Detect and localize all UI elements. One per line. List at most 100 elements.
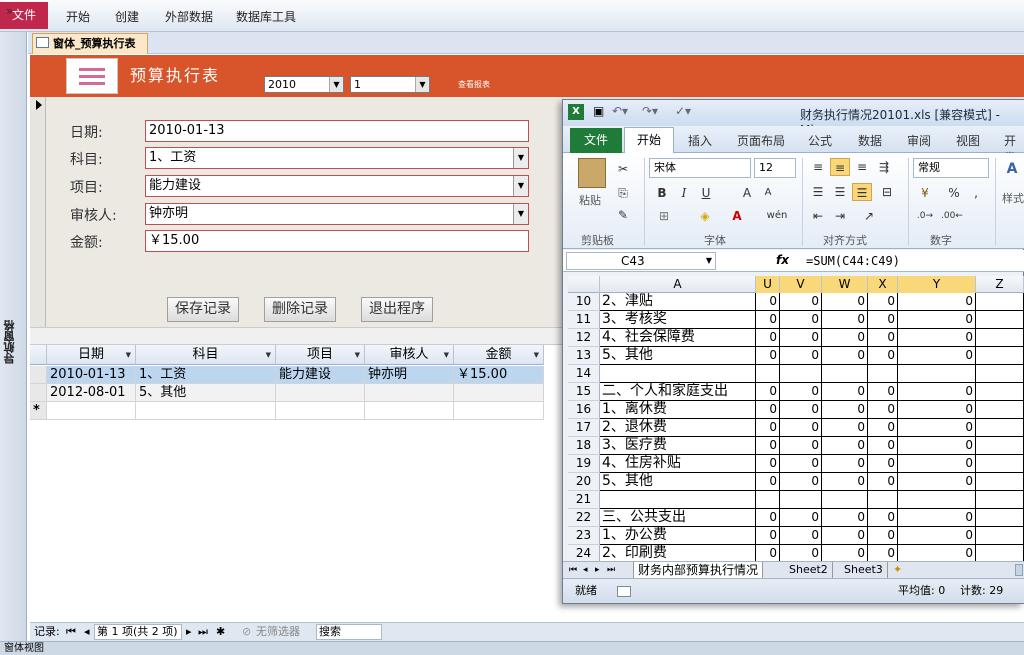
macro-record-icon[interactable] xyxy=(617,586,631,597)
spreadsheet-cell[interactable]: 0 xyxy=(868,455,898,473)
spreadsheet-cell[interactable]: 0 xyxy=(868,473,898,491)
spreadsheet-cell[interactable]: 0 xyxy=(868,401,898,419)
excel-file-tab[interactable]: 文件 xyxy=(570,128,622,153)
table-cell[interactable] xyxy=(47,402,136,420)
spreadsheet-row[interactable]: 23 1、办公费 0 0 0 0 0 xyxy=(568,527,1024,545)
spreadsheet-cell[interactable]: 0 xyxy=(822,527,868,545)
styles-button[interactable]: 样式 xyxy=(1002,190,1024,206)
spreadsheet-cell[interactable] xyxy=(898,491,976,509)
sheet-tab-active[interactable]: 财务内部预算执行情况 xyxy=(633,562,764,578)
column-header-z[interactable]: Z xyxy=(976,276,1024,293)
sheet-tab-3[interactable]: Sheet3 xyxy=(840,562,888,578)
spreadsheet-cell[interactable]: 0 xyxy=(822,293,868,311)
paste-button[interactable]: 粘贴 xyxy=(579,192,601,208)
spreadsheet-cell-z[interactable] xyxy=(976,437,1024,455)
spreadsheet-row[interactable]: 13 5、其他 0 0 0 0 0 xyxy=(568,347,1024,365)
spreadsheet-cell[interactable]: 0 xyxy=(756,527,780,545)
spreadsheet-cell[interactable]: 0 xyxy=(822,419,868,437)
spreadsheet-cell[interactable]: 0 xyxy=(868,437,898,455)
spreadsheet-cell[interactable]: 0 xyxy=(822,473,868,491)
spreadsheet-row[interactable]: 18 3、医疗费 0 0 0 0 0 xyxy=(568,437,1024,455)
spreadsheet-cell-z[interactable] xyxy=(976,329,1024,347)
spreadsheet-cell[interactable]: 0 xyxy=(756,329,780,347)
table-cell[interactable]: ￥15.00 xyxy=(454,366,544,384)
record-selector[interactable] xyxy=(30,97,46,327)
month-select[interactable]: 1 ▼ xyxy=(350,76,430,93)
bold-icon[interactable]: B xyxy=(654,184,670,202)
spreadsheet-cell[interactable]: 0 xyxy=(898,509,976,527)
chevron-down-icon[interactable]: ▼ xyxy=(126,345,131,365)
spreadsheet-cell[interactable]: 0 xyxy=(756,437,780,455)
spreadsheet-row[interactable]: 17 2、退休费 0 0 0 0 0 xyxy=(568,419,1024,437)
spreadsheet-cell[interactable]: 0 xyxy=(756,347,780,365)
table-cell[interactable] xyxy=(454,384,544,402)
cell-a[interactable]: 3、考核奖 xyxy=(600,311,756,329)
align-center-icon[interactable]: ☰ xyxy=(830,183,850,201)
cell-a[interactable] xyxy=(600,491,756,509)
spreadsheet-cell[interactable] xyxy=(822,491,868,509)
excel-tab-review[interactable]: 审阅 xyxy=(907,132,931,149)
spreadsheet-cell[interactable]: 0 xyxy=(868,293,898,311)
spreadsheet-cell-z[interactable] xyxy=(976,401,1024,419)
save-icon[interactable]: ▣ xyxy=(593,104,604,118)
row-number[interactable]: 16 xyxy=(568,401,600,419)
cell-a[interactable]: 1、办公费 xyxy=(600,527,756,545)
font-size-select[interactable]: 12 xyxy=(754,158,796,178)
table-cell[interactable] xyxy=(276,402,365,420)
tab-database-tools[interactable]: 数据库工具 xyxy=(236,8,296,25)
spreadsheet-cell[interactable] xyxy=(780,491,822,509)
row-selector[interactable] xyxy=(30,384,47,402)
next-record-icon[interactable]: ▸ xyxy=(186,623,192,641)
spreadsheet-cell[interactable]: 0 xyxy=(780,455,822,473)
column-header-v[interactable]: V xyxy=(780,276,822,293)
excel-tab-view[interactable]: 视图 xyxy=(956,132,980,149)
spreadsheet-cell[interactable] xyxy=(868,365,898,383)
spreadsheet-cell[interactable]: 0 xyxy=(898,419,976,437)
number-format-select[interactable]: 常规 xyxy=(913,158,989,178)
date-field[interactable]: 2010-01-13 xyxy=(145,120,529,142)
spreadsheet-cell-z[interactable] xyxy=(976,383,1024,401)
cell-a[interactable]: 2、退休费 xyxy=(600,419,756,437)
year-select[interactable]: 2010 ▼ xyxy=(264,76,344,93)
grow-font-icon[interactable]: A xyxy=(738,184,756,202)
spreadsheet-cell-z[interactable] xyxy=(976,491,1024,509)
cell-a[interactable]: 5、其他 xyxy=(600,473,756,491)
spreadsheet-cell[interactable]: 0 xyxy=(780,347,822,365)
spreadsheet-cell[interactable]: 0 xyxy=(780,509,822,527)
spreadsheet-cell[interactable]: 0 xyxy=(822,347,868,365)
cell-a[interactable]: 4、住房补贴 xyxy=(600,455,756,473)
sheet-scroll-prev-icon[interactable]: ◂ xyxy=(583,562,588,578)
row-number[interactable]: 18 xyxy=(568,437,600,455)
italic-icon[interactable]: I xyxy=(676,184,692,202)
sheet-tab-2[interactable]: Sheet2 xyxy=(785,562,833,578)
no-filter-button[interactable]: 无筛选器 xyxy=(256,623,300,641)
cell-a[interactable]: 三、公共支出 xyxy=(600,509,756,527)
excel-tab-insert[interactable]: 插入 xyxy=(688,132,712,149)
first-record-icon[interactable]: ⏮ xyxy=(66,623,76,641)
spreadsheet-cell[interactable]: 0 xyxy=(868,311,898,329)
chevron-down-icon[interactable]: ▼ xyxy=(706,253,712,269)
row-number[interactable]: 11 xyxy=(568,311,600,329)
undo-icon[interactable]: ↶▾ xyxy=(612,104,628,118)
spreadsheet-cell[interactable]: 0 xyxy=(898,401,976,419)
column-header-reviewer[interactable]: 审核人 ▼ xyxy=(365,345,454,365)
decrease-decimal-icon[interactable]: .00← xyxy=(940,207,964,225)
spreadsheet-cell-z[interactable] xyxy=(976,455,1024,473)
spreadsheet-cell[interactable]: 0 xyxy=(898,347,976,365)
spreadsheet-cell[interactable]: 0 xyxy=(756,509,780,527)
select-all-cell[interactable] xyxy=(30,345,47,365)
table-row[interactable]: 2012-08-01 5、其他 xyxy=(30,384,544,402)
cell-a[interactable]: 3、医疗费 xyxy=(600,437,756,455)
new-record-row[interactable]: * xyxy=(30,402,544,420)
align-left-icon[interactable]: ☰ xyxy=(808,183,828,201)
table-cell[interactable]: 能力建设 xyxy=(276,366,365,384)
spreadsheet-cell-z[interactable] xyxy=(976,419,1024,437)
row-number[interactable]: 14 xyxy=(568,365,600,383)
chevron-down-icon[interactable]: ▼ xyxy=(355,345,360,365)
spreadsheet-cell[interactable] xyxy=(822,365,868,383)
view-report-link[interactable]: 查看报表 xyxy=(458,79,490,90)
last-record-icon[interactable]: ⏭ xyxy=(198,623,208,641)
cell-a[interactable]: 5、其他 xyxy=(600,347,756,365)
spreadsheet-cell[interactable] xyxy=(868,491,898,509)
chevron-down-icon[interactable]: ▼ xyxy=(266,345,271,365)
